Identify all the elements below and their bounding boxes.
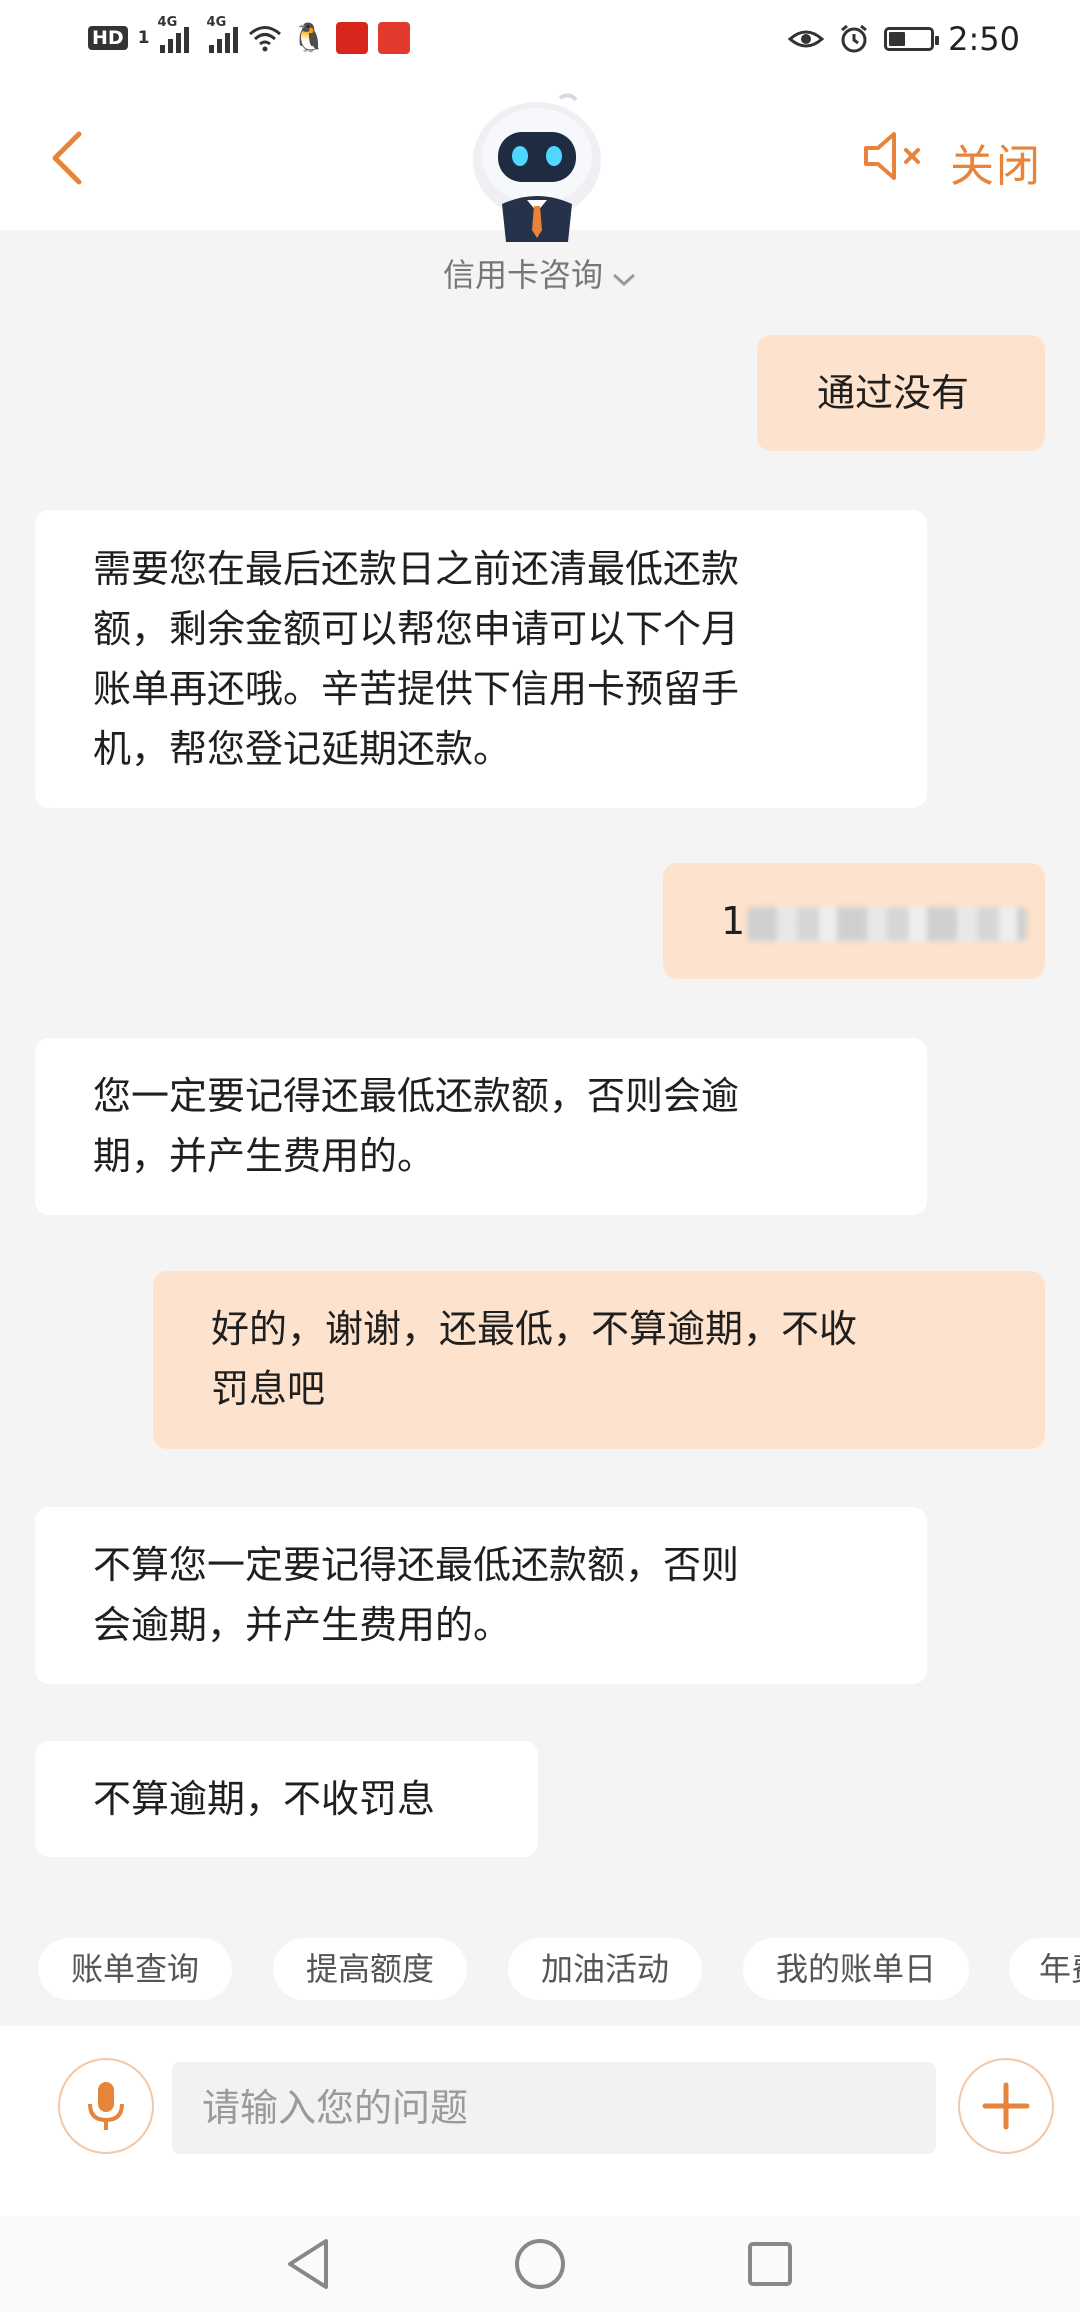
chevron-down-icon bbox=[611, 258, 637, 296]
microphone-icon bbox=[88, 2082, 124, 2130]
input-bar bbox=[0, 2026, 1080, 2216]
app-notification-icon-1 bbox=[336, 22, 369, 54]
message-line: 您一定要记得还最低还款额，否则会逾 bbox=[93, 1074, 740, 1118]
hd-sim-index: 1 bbox=[137, 28, 150, 48]
bot-message: 不算逾期，不收罚息 bbox=[35, 1741, 538, 1857]
battery-icon bbox=[884, 27, 940, 51]
message-line: 账单再还哦。辛苦提供下信用卡预留手 bbox=[93, 667, 740, 711]
quick-reply-chip[interactable]: 账单查询 bbox=[38, 1938, 232, 2000]
message-line: 罚息吧 bbox=[211, 1367, 326, 1411]
message-line: 不算您一定要记得还最低还款额，否则 bbox=[93, 1543, 740, 1587]
nav-back-button[interactable] bbox=[278, 2234, 338, 2294]
signal-2-icon: 4G bbox=[207, 15, 238, 53]
status-time: 2:50 bbox=[948, 20, 1020, 58]
user-message: 通过没有 bbox=[757, 335, 1045, 451]
mute-button[interactable] bbox=[860, 126, 930, 186]
bot-message: 不算您一定要记得还最低还款额，否则 会逾期，并产生费用的。 bbox=[35, 1507, 927, 1684]
eye-comfort-icon bbox=[788, 30, 825, 48]
question-input[interactable] bbox=[172, 2062, 936, 2154]
quick-reply-chip[interactable]: 我的账单日 bbox=[743, 1938, 969, 2000]
status-right-icons: 2:50 bbox=[788, 20, 1020, 58]
message-line: 期，并产生费用的。 bbox=[93, 1134, 436, 1178]
message-text: 通过没有 bbox=[817, 371, 970, 415]
quick-reply-chip[interactable]: 年费 bbox=[1009, 1938, 1080, 2000]
message-line: 额，剩余金额可以帮您申请可以下个月 bbox=[93, 607, 740, 651]
wifi-icon bbox=[248, 26, 281, 52]
message-line: 好的，谢谢，还最低，不算逾期，不收 bbox=[211, 1307, 858, 1351]
message-text: 1 bbox=[721, 899, 746, 943]
bot-message: 需要您在最后还款日之前还清最低还款 额，剩余金额可以帮您申请可以下个月 账单再还… bbox=[35, 510, 927, 808]
message-line: 需要您在最后还款日之前还清最低还款 bbox=[93, 547, 740, 591]
nav-recents-button[interactable] bbox=[740, 2234, 800, 2294]
service-title-label: 信用卡咨询 bbox=[442, 256, 603, 294]
plus-icon bbox=[982, 2082, 1030, 2130]
message-line: 会逾期，并产生费用的。 bbox=[93, 1603, 512, 1647]
back-button[interactable] bbox=[36, 118, 96, 198]
message-text: 不算逾期，不收罚息 bbox=[93, 1777, 436, 1821]
system-nav-bar bbox=[0, 2216, 1080, 2312]
quick-reply-chip-label: 年费 bbox=[1039, 1950, 1080, 1988]
quick-reply-bar: 账单查询 提高额度 加油活动 我的账单日 年费 bbox=[0, 1938, 1080, 2002]
user-message: 1 bbox=[663, 863, 1045, 979]
signal-1-icon: 4G bbox=[158, 15, 189, 53]
speaker-mute-icon bbox=[864, 132, 920, 180]
message-line: 机，帮您登记延期还款。 bbox=[93, 727, 512, 771]
triangle-back-icon bbox=[288, 2239, 328, 2289]
more-options-button[interactable] bbox=[958, 2058, 1054, 2154]
quick-reply-chip[interactable]: 加油活动 bbox=[508, 1938, 702, 2000]
robot-avatar bbox=[473, 93, 601, 242]
status-bar: HD 1 4G 4G 🐧 2:50 bbox=[0, 0, 1080, 80]
voice-input-button[interactable] bbox=[58, 2058, 154, 2154]
alarm-icon bbox=[841, 24, 868, 53]
close-button[interactable]: 关闭 bbox=[950, 130, 1042, 194]
chat-header: 关闭 bbox=[0, 80, 1080, 242]
bot-message: 您一定要记得还最低还款额，否则会逾 期，并产生费用的。 bbox=[35, 1038, 927, 1215]
quick-reply-chip[interactable]: 提高额度 bbox=[273, 1938, 467, 2000]
circle-home-icon bbox=[515, 2239, 565, 2289]
app-notification-icon-2 bbox=[378, 22, 411, 54]
nav-home-button[interactable] bbox=[510, 2234, 570, 2294]
chevron-left-icon bbox=[52, 131, 82, 185]
signal-2-tag: 4G bbox=[206, 15, 227, 30]
square-recents-icon bbox=[748, 2242, 792, 2286]
qq-penguin-icon: 🐧 bbox=[291, 21, 327, 54]
status-left-icons: HD 1 4G 4G 🐧 bbox=[88, 15, 411, 54]
signal-1-tag: 4G bbox=[157, 15, 178, 30]
hd-voice-icon: HD bbox=[88, 26, 128, 50]
redacted-phone-number bbox=[747, 906, 1028, 941]
service-title-dropdown[interactable]: 信用卡咨询 bbox=[0, 250, 1080, 296]
user-message: 好的，谢谢，还最低，不算逾期，不收 罚息吧 bbox=[153, 1271, 1045, 1449]
